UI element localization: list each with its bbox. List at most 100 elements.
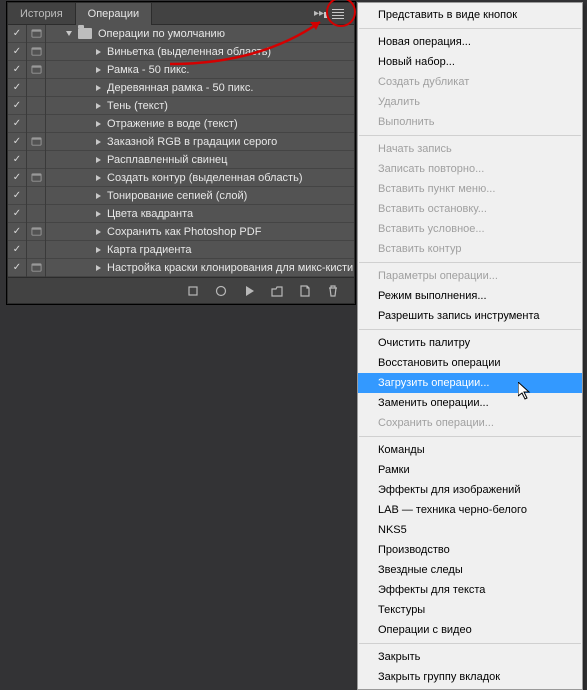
menu-item[interactable]: Эффекты для изображений [358, 480, 582, 500]
dialog-toggle-icon[interactable] [27, 205, 46, 223]
expand-icon[interactable] [96, 85, 101, 91]
dialog-toggle-icon[interactable] [27, 223, 46, 241]
tab-operations[interactable]: Операции [76, 3, 152, 25]
expand-icon[interactable] [96, 247, 101, 253]
check-icon[interactable]: ✓ [8, 25, 27, 43]
dialog-toggle-icon[interactable] [27, 115, 46, 133]
check-icon[interactable]: ✓ [8, 43, 27, 61]
action-row[interactable]: ✓Настройка краски клонирования для микс-… [8, 259, 354, 277]
check-icon[interactable]: ✓ [8, 97, 27, 115]
expand-icon[interactable] [96, 175, 101, 181]
dialog-toggle-icon[interactable] [27, 97, 46, 115]
action-row[interactable]: ✓Создать контур (выделенная область) [8, 169, 354, 187]
menu-item[interactable]: Текстуры [358, 600, 582, 620]
menu-item[interactable]: Представить в виде кнопок [358, 5, 582, 25]
dialog-toggle-icon[interactable] [27, 133, 46, 151]
action-row[interactable]: ✓Заказной RGB в градации серого [8, 133, 354, 151]
expand-icon[interactable] [96, 157, 101, 163]
menu-item: Вставить контур [358, 239, 582, 259]
expand-icon[interactable] [96, 49, 101, 55]
check-icon[interactable]: ✓ [8, 79, 27, 97]
dialog-toggle-icon[interactable] [27, 25, 46, 43]
menu-separator [359, 28, 581, 29]
action-label: Виньетка (выделенная область) [107, 46, 271, 58]
panel-menu-button[interactable] [330, 5, 348, 23]
check-icon[interactable]: ✓ [8, 205, 27, 223]
action-row[interactable]: ✓ Деревянная рамка - 50 пикс. [8, 79, 354, 97]
play-icon[interactable] [242, 284, 256, 298]
menu-item[interactable]: Закрыть группу вкладок [358, 667, 582, 687]
expand-icon[interactable] [96, 67, 101, 73]
dialog-toggle-icon[interactable] [27, 241, 46, 259]
menu-item[interactable]: Очистить палитру [358, 333, 582, 353]
actions-panel: История Операции ▸▸ ✓ Операции по умолча… [7, 2, 355, 304]
menu-separator [359, 262, 581, 263]
expand-icon[interactable] [96, 139, 101, 145]
action-set-row[interactable]: ✓ Операции по умолчанию [8, 25, 354, 43]
tab-history[interactable]: История [8, 3, 76, 25]
dialog-toggle-icon[interactable] [27, 79, 46, 97]
menu-item[interactable]: Новая операция... [358, 32, 582, 52]
menu-item[interactable]: Режим выполнения... [358, 286, 582, 306]
menu-item: Вставить пункт меню... [358, 179, 582, 199]
dialog-toggle-icon[interactable] [27, 61, 46, 79]
menu-separator [359, 329, 581, 330]
dialog-toggle-icon[interactable] [27, 187, 46, 205]
expand-icon[interactable] [96, 229, 101, 235]
menu-item[interactable]: Производство [358, 540, 582, 560]
menu-item[interactable]: Загрузить операции... [358, 373, 582, 393]
menu-item[interactable]: Операции с видео [358, 620, 582, 640]
action-label: Тонирование сепией (слой) [107, 190, 247, 202]
record-icon[interactable] [214, 284, 228, 298]
expand-icon[interactable] [96, 121, 101, 127]
check-icon[interactable]: ✓ [8, 133, 27, 151]
check-icon[interactable]: ✓ [8, 187, 27, 205]
action-row[interactable]: ✓Цвета квадранта [8, 205, 354, 223]
action-row[interactable]: ✓Тень (текст) [8, 97, 354, 115]
check-icon[interactable]: ✓ [8, 169, 27, 187]
menu-item[interactable]: NKS5 [358, 520, 582, 540]
expand-icon[interactable] [96, 193, 101, 199]
check-icon[interactable]: ✓ [8, 259, 27, 277]
action-row[interactable]: ✓ Карта градиента [8, 241, 354, 259]
action-row[interactable]: ✓Расплавленный свинец [8, 151, 354, 169]
dialog-toggle-icon[interactable] [27, 151, 46, 169]
trash-icon[interactable] [326, 284, 340, 298]
expand-icon[interactable] [96, 211, 101, 217]
action-label: Карта градиента [107, 244, 192, 256]
expand-icon[interactable] [96, 103, 101, 109]
menu-item[interactable]: Закрыть [358, 647, 582, 667]
check-icon[interactable]: ✓ [8, 223, 27, 241]
action-row[interactable]: ✓Отражение в воде (текст) [8, 115, 354, 133]
expand-icon[interactable] [66, 31, 72, 36]
menu-item[interactable]: Разрешить запись инструмента [358, 306, 582, 326]
action-row[interactable]: ✓ Виньетка (выделенная область) [8, 43, 354, 61]
action-row[interactable]: ✓ Тонирование сепией (слой) [8, 187, 354, 205]
menu-item[interactable]: Звездные следы [358, 560, 582, 580]
dialog-toggle-icon[interactable] [27, 43, 46, 61]
dialog-toggle-icon[interactable] [27, 259, 46, 277]
action-label: Деревянная рамка - 50 пикс. [107, 82, 253, 94]
menu-item[interactable]: Заменить операции... [358, 393, 582, 413]
new-action-icon[interactable] [298, 284, 312, 298]
menu-item[interactable]: Новый набор... [358, 52, 582, 72]
check-icon[interactable]: ✓ [8, 151, 27, 169]
stop-icon[interactable] [186, 284, 200, 298]
check-icon[interactable]: ✓ [8, 115, 27, 133]
menu-item: Параметры операции... [358, 266, 582, 286]
menu-item[interactable]: Эффекты для текста [358, 580, 582, 600]
menu-item[interactable]: LAB — техника черно-белого [358, 500, 582, 520]
new-set-icon[interactable] [270, 284, 284, 298]
action-row[interactable]: ✓Сохранить как Photoshop PDF [8, 223, 354, 241]
panel-bottom-bar [8, 277, 354, 303]
panel-menu: Представить в виде кнопок Новая операция.… [357, 2, 583, 690]
folder-icon [78, 28, 92, 39]
menu-item[interactable]: Рамки [358, 460, 582, 480]
menu-item[interactable]: Восстановить операции [358, 353, 582, 373]
menu-item[interactable]: Команды [358, 440, 582, 460]
action-row[interactable]: ✓Рамка - 50 пикс. [8, 61, 354, 79]
expand-icon[interactable] [96, 265, 101, 271]
dialog-toggle-icon[interactable] [27, 169, 46, 187]
check-icon[interactable]: ✓ [8, 241, 27, 259]
check-icon[interactable]: ✓ [8, 61, 27, 79]
